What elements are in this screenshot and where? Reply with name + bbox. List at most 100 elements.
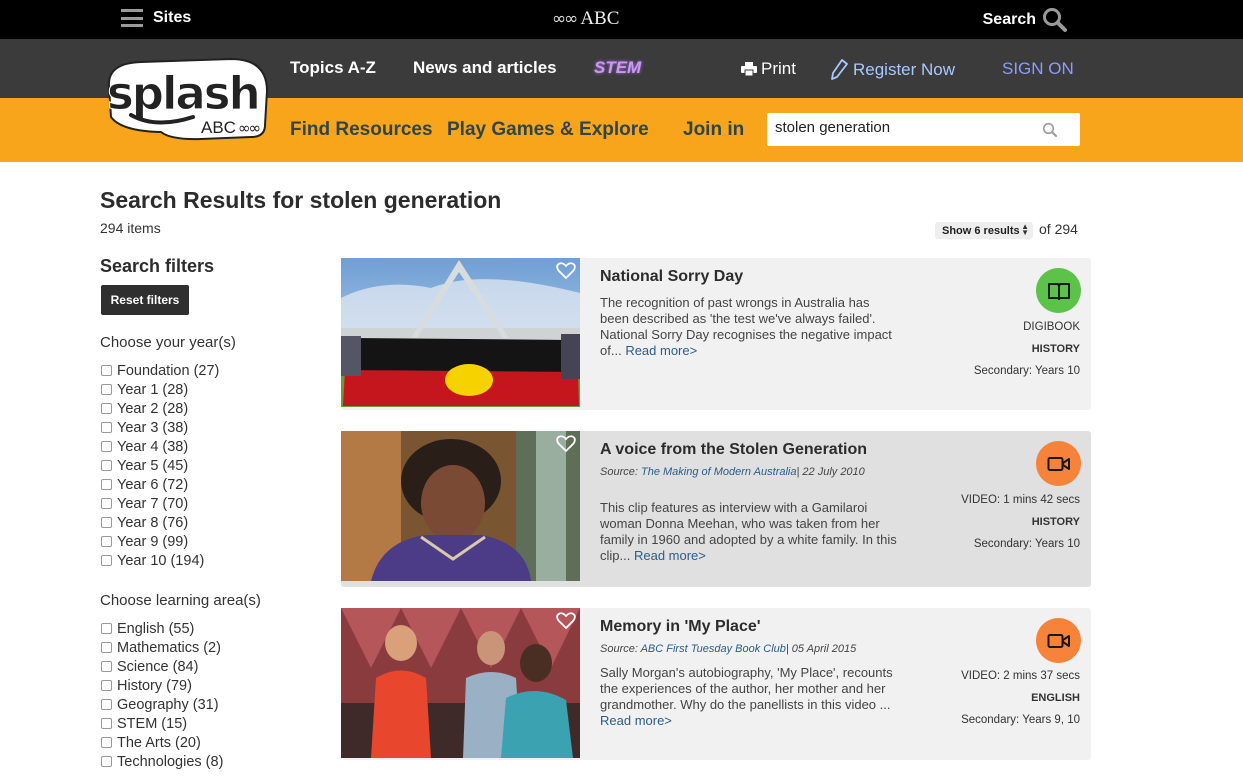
sites-menu-button[interactable]: Sites xyxy=(121,9,191,27)
year-filter-item[interactable]: Foundation (27) xyxy=(101,361,219,380)
area-filter-checkbox[interactable] xyxy=(101,642,112,653)
printer-icon xyxy=(741,62,757,76)
year-filter-checkbox[interactable] xyxy=(101,555,112,566)
video-camera-icon xyxy=(1047,456,1070,471)
nav-play-games-explore[interactable]: Play Games & Explore xyxy=(447,119,649,141)
year-filter-title: Choose your year(s) xyxy=(100,334,236,351)
area-filter-item[interactable]: English (55) xyxy=(101,619,223,638)
area-filter-checkbox[interactable] xyxy=(101,623,112,634)
year-filter-checkbox[interactable] xyxy=(101,441,112,452)
reset-filters-button[interactable]: Reset filters xyxy=(101,285,189,315)
area-filter-checkbox[interactable] xyxy=(101,737,112,748)
card-source-date: 05 April 2015 xyxy=(791,643,857,655)
result-card-3[interactable]: Memory in 'My Place' Source: ABC First T… xyxy=(341,608,1091,760)
card-title[interactable]: National Sorry Day xyxy=(600,268,743,286)
year-filter-item[interactable]: Year 2 (28) xyxy=(101,399,219,418)
card-meta: VIDEO: 1 mins 42 secs HISTORY Secondary:… xyxy=(961,489,1080,555)
result-card-2[interactable]: A voice from the Stolen Generation Sourc… xyxy=(341,431,1091,587)
card-type: DIGIBOOK xyxy=(1023,321,1080,333)
year-filter-item[interactable]: Year 4 (38) xyxy=(101,437,219,456)
year-filter-checkbox[interactable] xyxy=(101,498,112,509)
area-filter-item[interactable]: The Arts (20) xyxy=(101,733,223,752)
area-filter-checkbox[interactable] xyxy=(101,680,112,691)
area-filter-label: Geography (31) xyxy=(117,696,219,713)
top-search-button[interactable]: Search xyxy=(983,7,1068,33)
sites-label: Sites xyxy=(153,9,192,26)
area-filter-checkbox[interactable] xyxy=(101,718,112,729)
card-source-link[interactable]: The Making of Modern Australia xyxy=(641,466,797,478)
area-filter-item[interactable]: Geography (31) xyxy=(101,695,223,714)
area-filter-checkbox[interactable] xyxy=(101,661,112,672)
card-source-prefix: Source: xyxy=(600,643,638,655)
card-subject: HISTORY xyxy=(1031,343,1080,355)
card-source-date: 22 July 2010 xyxy=(802,466,865,478)
search-icon[interactable] xyxy=(1042,122,1058,138)
favourite-heart-icon[interactable] xyxy=(556,262,576,280)
favourite-heart-icon[interactable] xyxy=(556,612,576,630)
card-thumbnail-3[interactable] xyxy=(341,608,580,758)
year-filter-checkbox[interactable] xyxy=(101,517,112,528)
card-thumbnail-2[interactable] xyxy=(341,431,580,581)
pencil-icon xyxy=(831,59,848,80)
search-input[interactable] xyxy=(775,119,1035,136)
year-filter-checkbox[interactable] xyxy=(101,422,112,433)
year-filter-label: Year 6 (72) xyxy=(117,476,189,493)
read-more-link[interactable]: Read more> xyxy=(625,343,697,358)
nav-stem[interactable]: STEM xyxy=(594,58,641,78)
favourite-heart-icon[interactable] xyxy=(556,435,576,453)
year-filter-checkbox[interactable] xyxy=(101,365,112,376)
year-filter-label: Year 4 (38) xyxy=(117,438,189,455)
year-filter-item[interactable]: Year 1 (28) xyxy=(101,380,219,399)
year-filter-item[interactable]: Year 9 (99) xyxy=(101,532,219,551)
area-filter-item[interactable]: History (79) xyxy=(101,676,223,695)
year-filter-list: Foundation (27) Year 1 (28) Year 2 (28) Yea… xyxy=(101,361,219,570)
nav-topics-a-z[interactable]: Topics A-Z xyxy=(290,58,376,78)
abc-logo[interactable]: ∞∞ ABC xyxy=(552,8,619,30)
register-now-link[interactable]: Register Now xyxy=(830,59,955,81)
year-filter-item[interactable]: Year 8 (76) xyxy=(101,513,219,532)
splash-logo-abc: ABC xyxy=(201,118,236,137)
print-link[interactable]: Print xyxy=(741,59,796,79)
card-title[interactable]: Memory in 'My Place' xyxy=(600,618,761,636)
card-type-badge xyxy=(1036,618,1081,663)
area-filter-checkbox[interactable] xyxy=(101,699,112,710)
area-filter-checkbox[interactable] xyxy=(101,756,112,767)
card-thumbnail-image-3 xyxy=(341,608,580,758)
card-thumbnail-image-2 xyxy=(341,431,580,581)
year-filter-item[interactable]: Year 7 (70) xyxy=(101,494,219,513)
year-filter-item[interactable]: Year 3 (38) xyxy=(101,418,219,437)
card-source-link[interactable]: ABC First Tuesday Book Club xyxy=(641,643,786,655)
card-type: VIDEO: 2 mins 37 secs xyxy=(961,670,1080,682)
results-per-page-select[interactable]: Show 6 results ▲ ▼ xyxy=(935,222,1033,239)
area-filter-item[interactable]: STEM (15) xyxy=(101,714,223,733)
result-card-1[interactable]: National Sorry Day The recognition of pa… xyxy=(341,258,1091,410)
area-filter-item[interactable]: Mathematics (2) xyxy=(101,638,223,657)
year-filter-checkbox[interactable] xyxy=(101,403,112,414)
area-filter-item[interactable]: Science (84) xyxy=(101,657,223,676)
card-level: Secondary: Years 10 xyxy=(973,365,1080,377)
card-description: This clip features as interview with a G… xyxy=(600,500,900,564)
sign-on-link[interactable]: SIGN ON xyxy=(1002,59,1074,79)
read-more-link[interactable]: Read more> xyxy=(600,713,672,728)
year-filter-checkbox[interactable] xyxy=(101,384,112,395)
splash-logo[interactable]: splash ABC ∞∞ xyxy=(101,57,269,141)
card-title[interactable]: A voice from the Stolen Generation xyxy=(600,441,867,459)
nav-join-in[interactable]: Join in xyxy=(683,119,744,141)
year-filter-item[interactable]: Year 10 (194) xyxy=(101,551,219,570)
year-filter-checkbox[interactable] xyxy=(101,536,112,547)
year-filter-checkbox[interactable] xyxy=(101,479,112,490)
year-filter-item[interactable]: Year 6 (72) xyxy=(101,475,219,494)
nav-news-and-articles[interactable]: News and articles xyxy=(413,58,557,78)
print-label: Print xyxy=(761,59,796,78)
read-more-link[interactable]: Read more> xyxy=(634,548,706,563)
nav-find-resources[interactable]: Find Resources xyxy=(290,119,433,141)
year-filter-checkbox[interactable] xyxy=(101,460,112,471)
splash-logo-word: splash xyxy=(107,67,259,120)
area-filter-item[interactable]: Technologies (8) xyxy=(101,752,223,771)
learning-area-filter-list: English (55) Mathematics (2) Science (84) H… xyxy=(101,619,223,771)
card-type: VIDEO: 1 mins 42 secs xyxy=(961,494,1080,506)
year-filter-item[interactable]: Year 5 (45) xyxy=(101,456,219,475)
card-thumbnail-1[interactable] xyxy=(341,258,580,407)
card-thumbnail-image-1 xyxy=(341,258,580,407)
card-description: The recognition of past wrongs in Austra… xyxy=(600,295,900,359)
